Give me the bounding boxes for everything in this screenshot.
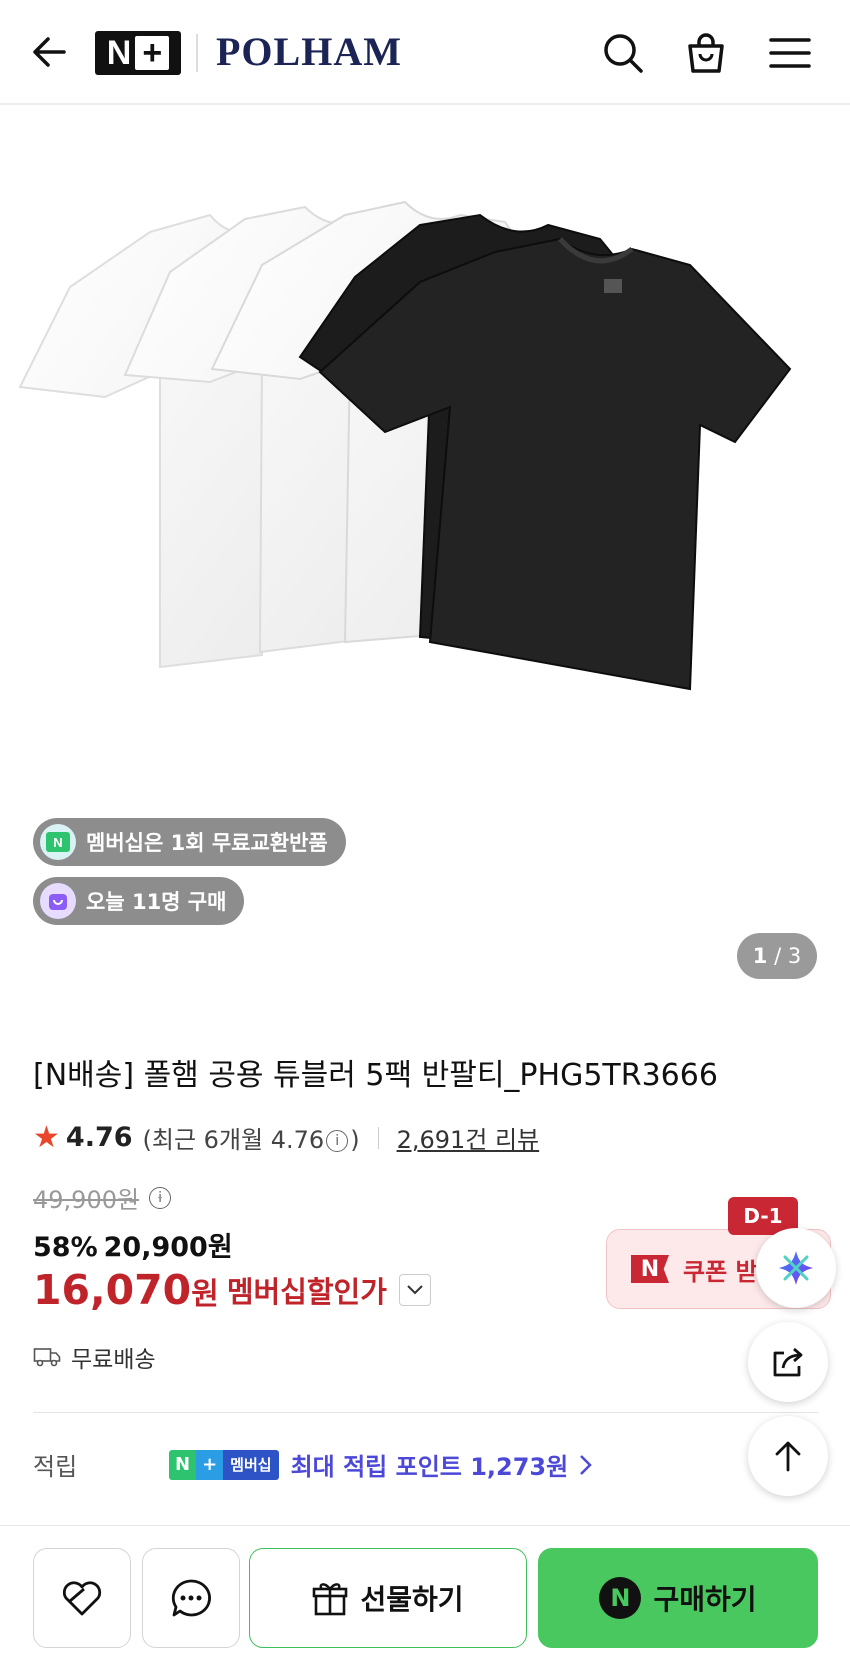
original-price-text: 49,900원 xyxy=(33,1186,140,1214)
delivery-text: 무료배송 xyxy=(71,1347,156,1373)
review-count-link[interactable]: 2,691건 리뷰 xyxy=(397,1120,540,1155)
delivery-info: 무료배송 xyxy=(33,1340,156,1374)
member-price-row: 16,070원 멤버십할인가 xyxy=(33,1266,431,1314)
membership-exchange-text: 멤버십은 1회 무료교환반품 xyxy=(86,831,328,855)
gift-button[interactable]: 선물하기 xyxy=(249,1548,527,1648)
np-logo-plus: + xyxy=(135,36,170,70)
wishlist-button[interactable] xyxy=(33,1548,131,1648)
chat-button[interactable] xyxy=(142,1548,240,1648)
gallery-total: / 3 xyxy=(774,944,802,968)
member-price-expand-button[interactable] xyxy=(398,1274,431,1306)
naver-plus-membership-badge: N + 멤버십 xyxy=(169,1449,279,1480)
np-logo-n: N xyxy=(106,33,132,72)
brand-name[interactable]: POLHAM xyxy=(216,28,402,75)
member-price-unit: 원 xyxy=(191,1277,219,1312)
truck-icon xyxy=(33,1348,61,1367)
bottom-action-bar: 선물하기 N 구매하기 xyxy=(0,1525,850,1667)
chevron-down-icon xyxy=(407,1285,423,1295)
back-arrow-icon[interactable] xyxy=(28,30,72,74)
gallery-current: 1 xyxy=(752,944,768,968)
scroll-top-button[interactable] xyxy=(748,1416,828,1496)
naver-plus-logo[interactable]: N + xyxy=(95,31,181,75)
member-price-label: 멤버십할인가 xyxy=(226,1275,387,1309)
rating-detail-close: ) xyxy=(350,1126,360,1154)
original-price: 49,900원 i xyxy=(33,1180,173,1215)
info-icon[interactable]: i xyxy=(326,1130,349,1152)
rating-value: 4.76 xyxy=(65,1122,133,1153)
svg-text:N: N xyxy=(53,835,62,850)
badge-n: N xyxy=(169,1449,197,1480)
product-page: N + POLHAM N 멤버십은 1회 무료교환반품 오늘 11명 구매 1 … xyxy=(0,0,850,1667)
coupon-text: 쿠폰 받 xyxy=(683,1257,758,1286)
purple-bag-icon xyxy=(40,883,76,919)
today-purchase-text: 오늘 11명 구매 xyxy=(86,890,227,914)
buy-button[interactable]: N 구매하기 xyxy=(538,1548,818,1648)
rating-separator xyxy=(377,1126,379,1149)
price-info-icon[interactable]: i xyxy=(149,1186,172,1209)
menu-icon[interactable] xyxy=(767,30,813,76)
brand-separator xyxy=(196,34,198,72)
badge-membership: 멤버십 xyxy=(223,1449,279,1480)
product-image[interactable]: N 멤버십은 1회 무료교환반품 오늘 11명 구매 xyxy=(0,107,850,987)
member-price-number: 16,070 xyxy=(33,1266,192,1314)
naver-plus-circle-icon: N xyxy=(40,824,76,860)
chat-bubble-icon xyxy=(171,1579,211,1617)
search-icon[interactable] xyxy=(600,30,646,76)
section-divider xyxy=(33,1412,818,1413)
ai-sparkle-icon xyxy=(779,1251,813,1285)
points-row[interactable]: 적립 N + 멤버십 최대 적립 포인트 1,273원 xyxy=(33,1447,596,1482)
top-header: N + POLHAM xyxy=(0,0,850,105)
ai-assistant-button[interactable] xyxy=(756,1228,836,1308)
gallery-page-indicator: 1 / 3 xyxy=(737,933,817,979)
rating-detail: (최근 6개월 4.76 i) xyxy=(143,1120,360,1155)
arrow-up-icon xyxy=(775,1441,801,1472)
coupon-n-icon: N xyxy=(631,1255,669,1283)
heart-icon xyxy=(62,1581,102,1616)
rating-row: ★ 4.76 (최근 6개월 4.76 i) 2,691건 리뷰 xyxy=(33,1120,539,1155)
shopping-bag-icon[interactable] xyxy=(683,30,729,76)
badge-plus: + xyxy=(196,1449,224,1480)
rating-detail-text: (최근 6개월 4.76 xyxy=(142,1126,325,1154)
membership-exchange-badge: N 멤버십은 1회 무료교환반품 xyxy=(33,818,346,866)
member-price: 16,070원 xyxy=(33,1266,219,1314)
buy-label: 구매하기 xyxy=(653,1583,757,1616)
sale-price: 20,900원 xyxy=(103,1232,233,1263)
discount-rate: 58% xyxy=(33,1232,98,1263)
product-title: [N배송] 폴햄 공용 튜블러 5팩 반팔티_PHG5TR3666 xyxy=(33,1058,718,1093)
sale-price-row: 58% 20,900원 xyxy=(33,1225,239,1264)
chevron-right-icon xyxy=(580,1454,592,1475)
gift-icon xyxy=(313,1583,348,1616)
points-text: 최대 적립 포인트 1,273원 xyxy=(290,1453,569,1481)
star-icon: ★ xyxy=(33,1120,60,1155)
today-purchase-badge: 오늘 11명 구매 xyxy=(33,877,245,925)
share-button[interactable] xyxy=(748,1322,828,1402)
share-icon xyxy=(773,1347,803,1377)
gift-label: 선물하기 xyxy=(360,1583,464,1616)
points-label: 적립 xyxy=(33,1453,78,1481)
naver-pay-icon: N xyxy=(599,1577,642,1619)
